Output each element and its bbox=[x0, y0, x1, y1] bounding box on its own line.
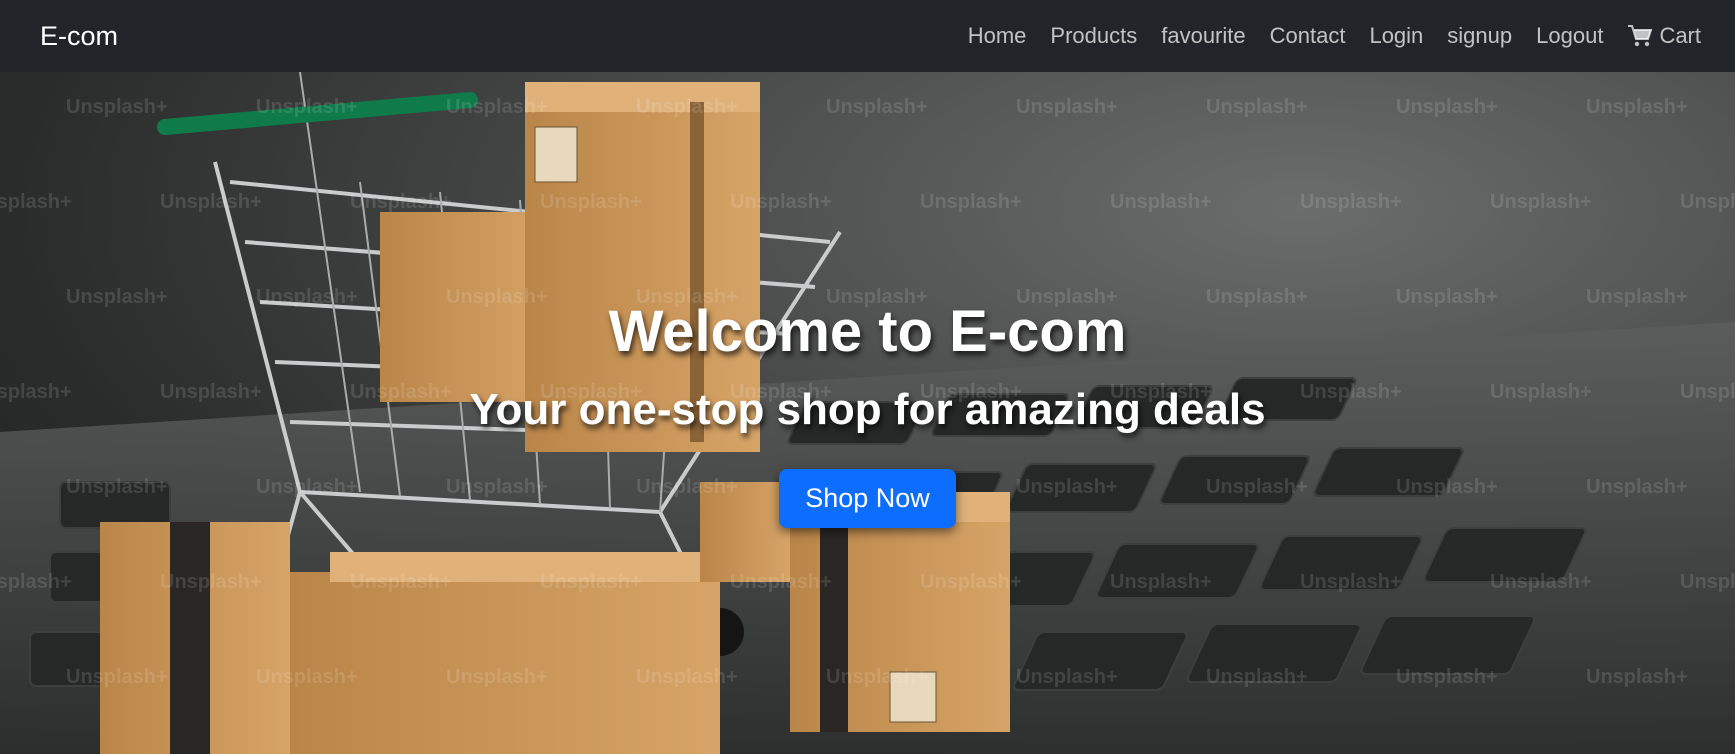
nav-link-products[interactable]: Products bbox=[1050, 23, 1137, 49]
nav-link-favourite[interactable]: favourite bbox=[1161, 23, 1245, 49]
brand-logo[interactable]: E-com bbox=[40, 21, 118, 52]
nav-link-signup[interactable]: signup bbox=[1447, 23, 1512, 49]
hero-subtitle: Your one-stop shop for amazing deals bbox=[469, 385, 1266, 434]
hero-section: Unsplash+ Unsplash+ Unsplash+ Unsplash+ Unsp… bbox=[0, 72, 1735, 754]
nav-link-contact[interactable]: Contact bbox=[1270, 23, 1346, 49]
shop-now-button[interactable]: Shop Now bbox=[779, 469, 956, 528]
nav-links: Home Products favourite Contact Login si… bbox=[968, 23, 1701, 49]
cart-label: Cart bbox=[1659, 23, 1701, 48]
hero-content: Welcome to E-com Your one-stop shop for … bbox=[0, 72, 1735, 754]
hero-title: Welcome to E-com bbox=[608, 299, 1127, 364]
nav-link-cart[interactable]: Cart bbox=[1627, 23, 1701, 49]
cart-icon bbox=[1628, 25, 1653, 47]
navbar: E-com Home Products favourite Contact Lo… bbox=[0, 0, 1735, 72]
nav-link-logout[interactable]: Logout bbox=[1536, 23, 1603, 49]
nav-link-home[interactable]: Home bbox=[968, 23, 1027, 49]
nav-link-login[interactable]: Login bbox=[1369, 23, 1423, 49]
